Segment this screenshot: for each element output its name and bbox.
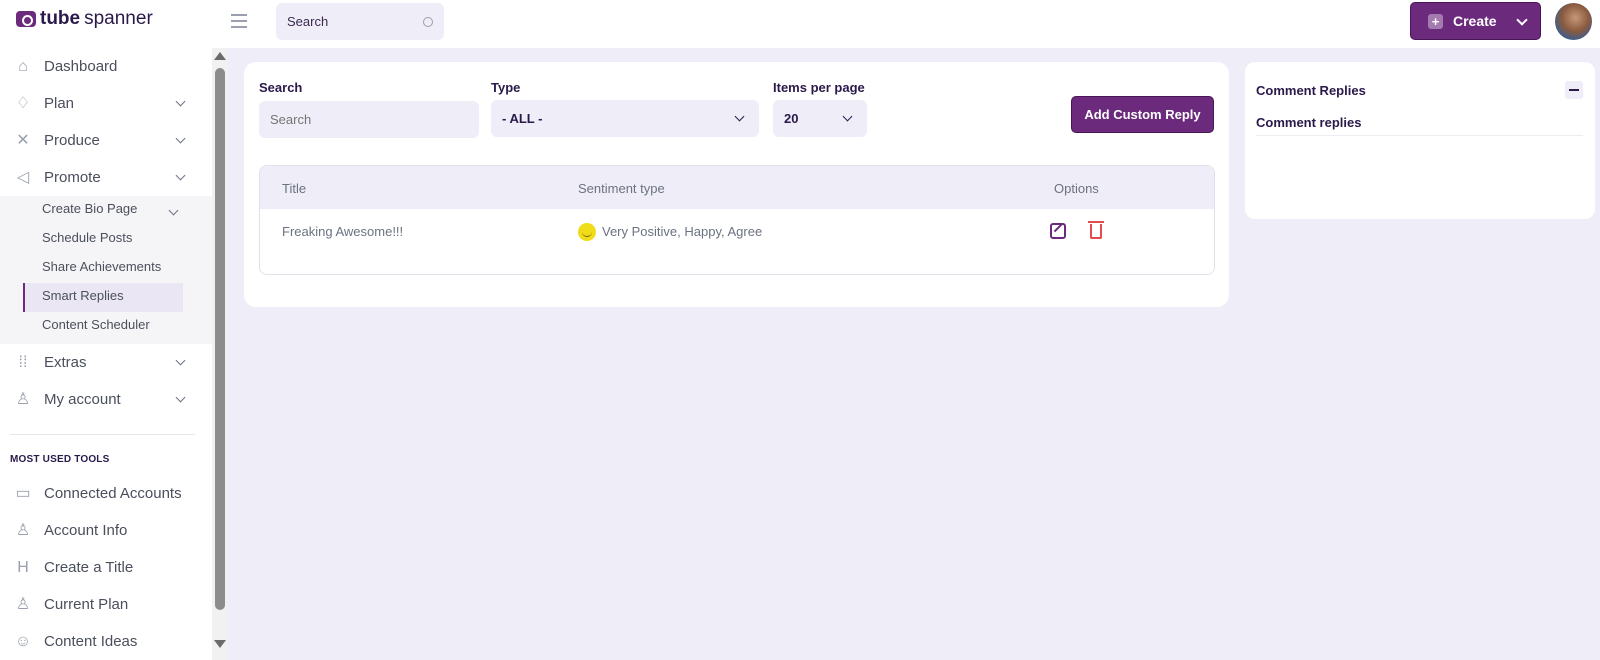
logo-icon bbox=[16, 11, 36, 27]
chevron-down-icon bbox=[175, 392, 186, 403]
lightbulb-icon: ☺ bbox=[14, 632, 32, 650]
chevron-down-icon[interactable] bbox=[1516, 14, 1528, 26]
create-button-label: Create bbox=[1453, 13, 1497, 29]
panel-title: Comment Replies bbox=[1256, 83, 1366, 98]
sidebar-subitem-smart-replies[interactable]: Smart Replies bbox=[42, 288, 124, 303]
items-per-page-select[interactable]: 20 bbox=[773, 100, 867, 137]
grid-icon: ⁞⁞ bbox=[18, 353, 28, 371]
collapse-icon[interactable] bbox=[1565, 81, 1583, 99]
user-info-icon: ♙ bbox=[15, 595, 31, 613]
sidebar-subitem-create-bio-page[interactable]: Create Bio Page bbox=[42, 201, 137, 216]
heading-icon: H bbox=[17, 558, 29, 576]
logo-text-bold: tube bbox=[40, 8, 81, 29]
user-icon: ♙ bbox=[15, 390, 31, 408]
scrollbar-thumb[interactable] bbox=[215, 68, 225, 610]
comment-replies-panel: Comment Replies Comment replies bbox=[1245, 62, 1595, 219]
tool-label: Content Ideas bbox=[44, 633, 138, 650]
chevron-down-icon bbox=[734, 111, 745, 122]
type-label: Type bbox=[491, 80, 521, 95]
tool-label: Account Info bbox=[44, 522, 128, 539]
tool-label: Current Plan bbox=[44, 596, 129, 613]
edit-icon[interactable] bbox=[1050, 223, 1066, 239]
chevron-down-icon bbox=[175, 133, 186, 144]
logo[interactable]: tube spanner bbox=[16, 8, 153, 30]
lightbulb-icon: ♢ bbox=[15, 94, 31, 112]
trash-icon[interactable] bbox=[1088, 221, 1104, 239]
panel-divider bbox=[1256, 135, 1583, 136]
scroll-down-arrow-icon[interactable] bbox=[214, 640, 226, 648]
tools-heading: MOST USED TOOLS bbox=[10, 454, 110, 465]
sidebar-subitem-content-scheduler[interactable]: Content Scheduler bbox=[42, 317, 150, 332]
top-bar: tube spanner Search + Create bbox=[0, 0, 1600, 48]
column-header-options: Options bbox=[1054, 181, 1099, 196]
replies-table: Title Sentiment type Options Freaking Aw… bbox=[259, 165, 1215, 275]
column-header-title[interactable]: Title bbox=[282, 181, 306, 196]
logo-text-light: spanner bbox=[84, 8, 153, 29]
tool-account-info[interactable]: ♙ Account Info bbox=[0, 512, 212, 549]
add-custom-reply-button[interactable]: Add Custom Reply bbox=[1071, 96, 1214, 133]
avatar[interactable] bbox=[1555, 3, 1592, 40]
sidebar-item-label: Produce bbox=[44, 132, 100, 149]
sidebar-subitem-share-achievements[interactable]: Share Achievements bbox=[42, 259, 161, 274]
sidebar-item-label: Promote bbox=[44, 169, 101, 186]
menu-toggle-icon[interactable] bbox=[231, 14, 247, 30]
smart-replies-card: Search Type - ALL - Items per page 20 Ad… bbox=[244, 62, 1229, 307]
tool-label: Connected Accounts bbox=[44, 485, 182, 502]
sidebar-item-extras[interactable]: ⁞⁞ Extras bbox=[0, 344, 212, 381]
items-per-page-label: Items per page bbox=[773, 80, 865, 95]
sidebar: ⌂ Dashboard ♢ Plan ✕ Produce ◁ Promote C… bbox=[0, 48, 212, 660]
chevron-down-icon bbox=[842, 111, 853, 122]
home-icon: ⌂ bbox=[18, 57, 28, 75]
megaphone-icon: ◁ bbox=[16, 168, 30, 186]
chevron-down-icon bbox=[175, 355, 186, 366]
sidebar-item-dashboard[interactable]: ⌂ Dashboard bbox=[0, 48, 212, 85]
search-icon[interactable] bbox=[423, 16, 433, 27]
tool-label: Create a Title bbox=[44, 559, 134, 576]
sidebar-subitem-schedule-posts[interactable]: Schedule Posts bbox=[42, 230, 132, 245]
scroll-up-arrow-icon[interactable] bbox=[214, 52, 226, 60]
sidebar-item-label: Dashboard bbox=[44, 58, 118, 75]
search-input[interactable] bbox=[259, 101, 479, 138]
row-title: Freaking Awesome!!! bbox=[282, 224, 404, 239]
tool-current-plan[interactable]: ♙ Current Plan bbox=[0, 586, 212, 623]
tool-content-ideas[interactable]: ☺ Content Ideas bbox=[0, 623, 212, 660]
tool-connected-accounts[interactable]: ▭ Connected Accounts bbox=[0, 475, 212, 512]
type-select-value: - ALL - bbox=[502, 111, 543, 126]
panel-subtitle: Comment replies bbox=[1256, 115, 1362, 130]
tool-create-a-title[interactable]: H Create a Title bbox=[0, 549, 212, 586]
create-button[interactable]: + Create bbox=[1410, 2, 1541, 40]
sidebar-divider bbox=[10, 434, 195, 435]
row-sentiment: Very Positive, Happy, Agree bbox=[602, 224, 763, 239]
sidebar-item-label: My account bbox=[44, 391, 121, 408]
plus-icon: + bbox=[1428, 13, 1443, 29]
top-search-placeholder: Search bbox=[287, 14, 329, 29]
table-header: Title Sentiment type Options bbox=[260, 166, 1214, 209]
youtube-icon: ▭ bbox=[15, 484, 31, 502]
column-header-sentiment[interactable]: Sentiment type bbox=[578, 181, 665, 196]
sidebar-item-label: Extras bbox=[44, 354, 87, 371]
sidebar-item-produce[interactable]: ✕ Produce bbox=[0, 122, 212, 159]
search-label: Search bbox=[259, 80, 303, 95]
sidebar-item-plan[interactable]: ♢ Plan bbox=[0, 85, 212, 122]
chevron-down-icon bbox=[175, 170, 186, 181]
user-icon: ♙ bbox=[15, 521, 31, 539]
top-search-input[interactable]: Search bbox=[276, 3, 444, 40]
chevron-down-icon bbox=[175, 96, 186, 107]
smiley-icon bbox=[578, 223, 596, 241]
sidebar-item-promote[interactable]: ◁ Promote bbox=[0, 159, 212, 196]
sidebar-item-label: Plan bbox=[44, 95, 75, 112]
type-select[interactable]: - ALL - bbox=[491, 100, 759, 137]
tools-icon: ✕ bbox=[16, 131, 30, 149]
sidebar-item-my-account[interactable]: ♙ My account bbox=[0, 381, 212, 418]
items-per-page-value: 20 bbox=[784, 111, 799, 126]
